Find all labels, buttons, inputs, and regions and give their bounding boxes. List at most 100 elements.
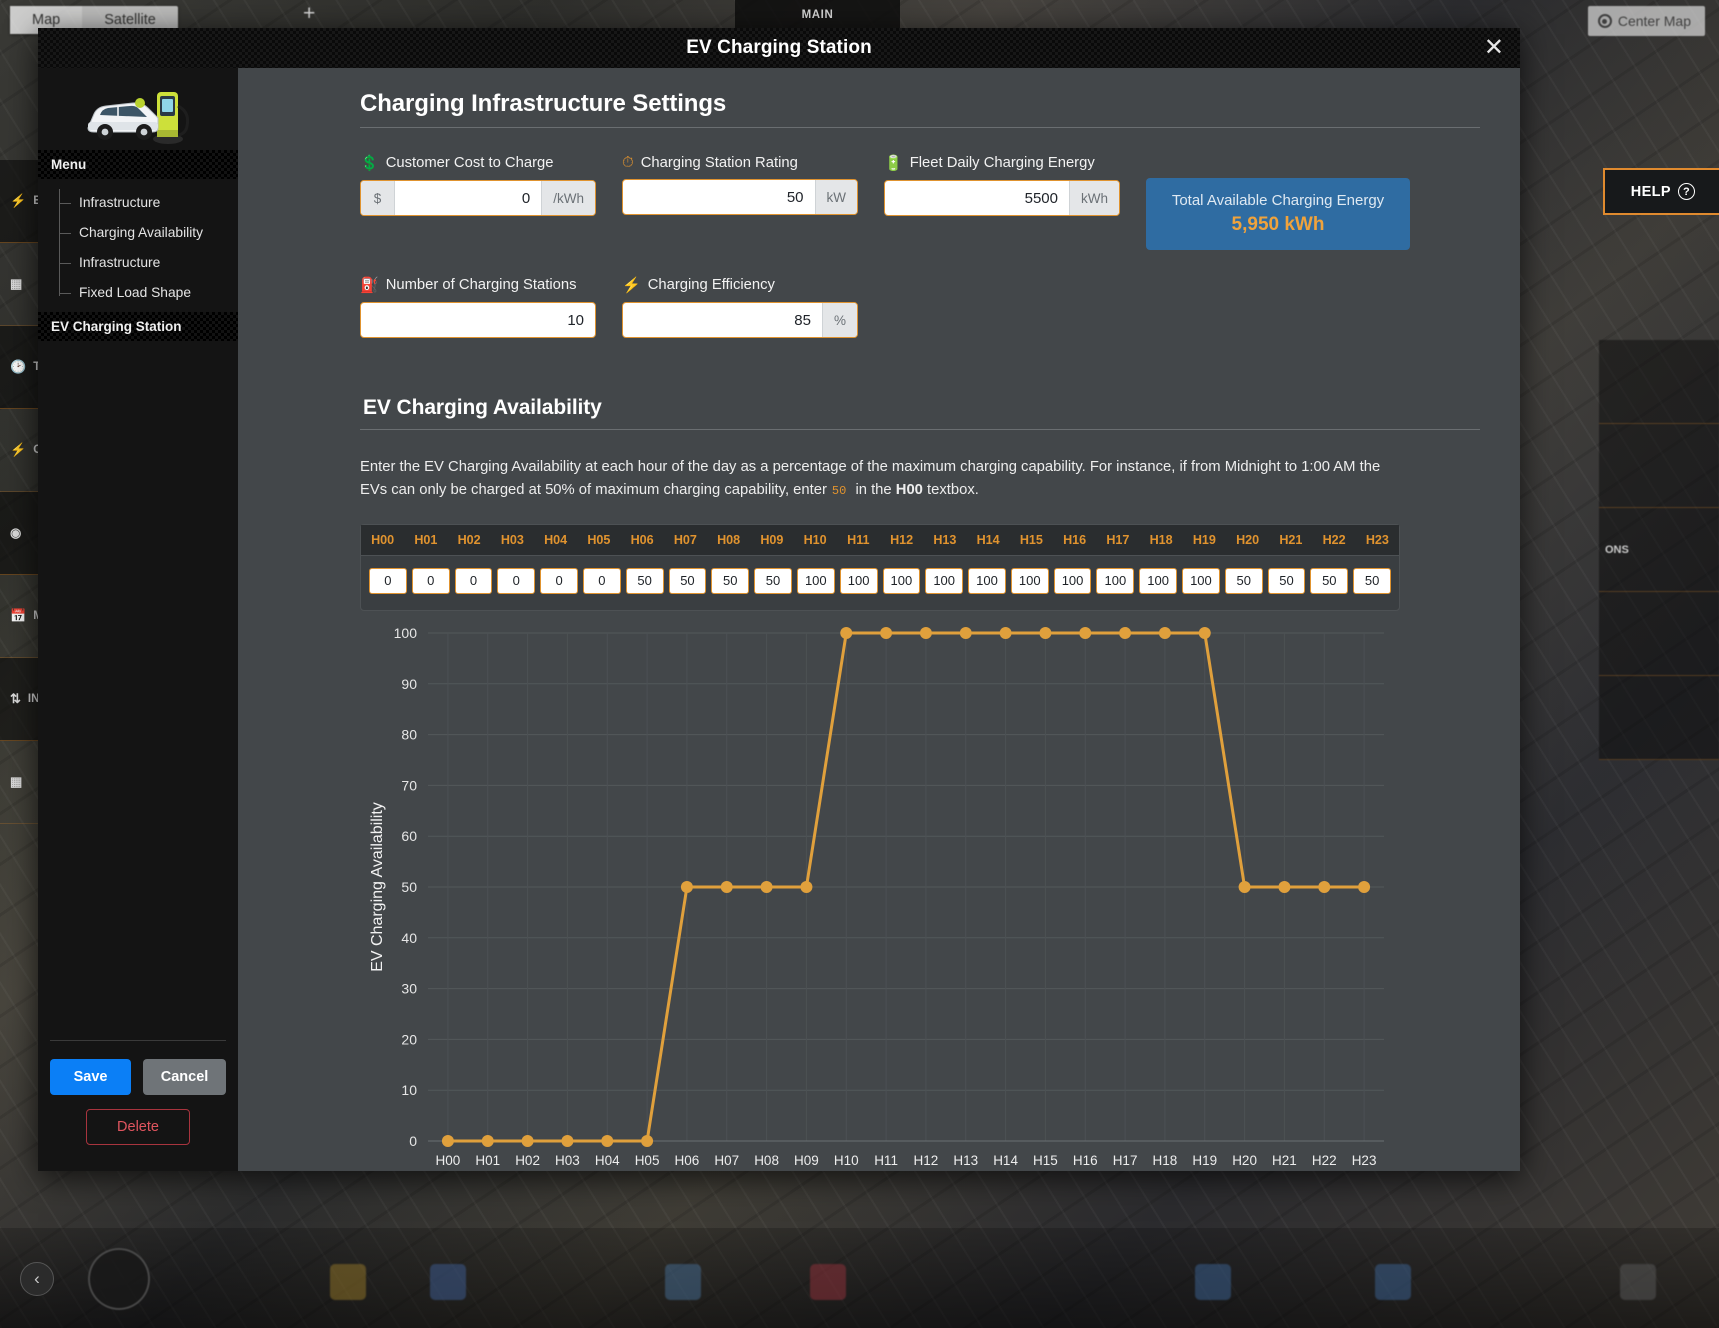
sidebar-item-charging-availability[interactable]: Charging Availability [38,218,238,248]
chart-data-point-H04[interactable] [601,1134,614,1147]
chart-data-point-H15[interactable] [1039,626,1052,639]
hour-header-H08: H08 [717,532,741,547]
chart-data-point-H16[interactable] [1079,626,1092,639]
hour-input-H16[interactable] [1053,567,1092,594]
hour-input-H19[interactable] [1182,567,1220,594]
bottom-chip[interactable] [1195,1264,1231,1300]
hour-input-H01[interactable] [411,567,450,594]
hour-input-H18[interactable] [1139,567,1178,594]
sidebar-item-infrastructure-1[interactable]: Infrastructure [38,188,238,218]
hour-input-H06[interactable] [625,567,664,594]
sidebar-section-ev-charging-station[interactable]: EV Charging Station [38,312,238,341]
chart-data-point-H09[interactable] [800,880,813,893]
settings-title: Charging Infrastructure Settings [360,90,1480,128]
hour-input-H00[interactable] [369,567,407,594]
right-panel-row[interactable] [1599,592,1719,676]
chart-data-point-H20[interactable] [1238,880,1251,893]
center-map-button[interactable]: Center Map [1587,6,1705,36]
right-panel-row[interactable] [1599,676,1719,760]
charging-efficiency-input[interactable] [623,303,822,337]
chart-xtick-label: H02 [515,1153,540,1168]
hour-header-H23: H23 [1365,532,1389,547]
chart-data-point-H06[interactable] [680,880,693,893]
hour-input-H05[interactable] [582,567,621,594]
layers-icon: ▦ [10,276,23,291]
chart-data-point-H17[interactable] [1119,626,1132,639]
bottom-chip[interactable] [430,1264,466,1300]
hour-header-H10: H10 [803,532,827,547]
hour-header-H15: H15 [1019,532,1043,547]
hour-input-H11[interactable] [839,567,878,594]
hour-input-H12[interactable] [882,567,921,594]
chart-data-point-H19[interactable] [1198,626,1211,639]
chart-data-point-H07[interactable] [720,880,733,893]
hour-input-row[interactable] [361,556,1399,596]
hour-input-H21[interactable] [1267,567,1306,594]
hour-input-H23[interactable] [1353,567,1391,594]
sidebar-tree: Infrastructure Charging Availability Inf… [38,179,238,312]
bolt-icon: ⚡ [622,277,641,294]
hour-input-H09[interactable] [754,567,792,594]
close-icon[interactable]: ✕ [1484,36,1504,60]
hour-input-H14[interactable] [968,567,1006,594]
chart-data-point-H14[interactable] [999,626,1012,639]
chart-data-point-H05[interactable] [641,1134,654,1147]
hour-input-H17[interactable] [1096,567,1135,594]
chart-ytick-label: 0 [409,1133,417,1149]
help-button[interactable]: HELP ? [1602,168,1719,215]
hour-input-H07[interactable] [668,567,707,594]
hour-input-H02[interactable] [454,567,493,594]
hour-input-H13[interactable] [925,567,964,594]
sidebar-item-fixed-load-shape[interactable]: Fixed Load Shape [38,278,238,308]
chart-ytick-label: 90 [401,676,417,692]
back-arrow-button[interactable]: ‹ [20,1262,54,1296]
chart-data-point-H12[interactable] [919,626,932,639]
save-button[interactable]: Save [50,1059,132,1095]
right-panel-row[interactable]: ONS [1599,508,1719,592]
cancel-button[interactable]: Cancel [143,1059,226,1095]
bolt-icon: ⚡ [10,442,27,457]
delete-button[interactable]: Delete [86,1109,190,1145]
bottom-chip[interactable] [810,1264,846,1300]
hour-input-H04[interactable] [540,567,578,594]
chart-data-point-H02[interactable] [521,1134,534,1147]
bottom-chip[interactable] [330,1264,366,1300]
chart-data-point-H23[interactable] [1358,880,1371,893]
chart-data-point-H11[interactable] [880,626,893,639]
hour-input-H10[interactable] [796,567,835,594]
chart-data-point-H21[interactable] [1278,880,1291,893]
bottom-circle[interactable] [88,1248,150,1310]
modal-content[interactable]: Charging Infrastructure Settings 💲 Custo… [238,68,1520,1171]
chart-data-point-H10[interactable] [840,626,853,639]
customer-cost-input[interactable] [395,181,542,215]
chart-data-point-H18[interactable] [1158,626,1171,639]
chart-data-point-H01[interactable] [481,1134,494,1147]
battery-icon: 🔋 [884,155,903,172]
bottom-chip[interactable] [1620,1264,1656,1300]
hour-input-H03[interactable] [497,567,536,594]
right-panel-row[interactable] [1599,340,1719,424]
chart-xtick-label: H22 [1312,1153,1337,1168]
chart-data-point-H00[interactable] [441,1134,454,1147]
ev-charging-station-modal: EV Charging Station ✕ Menu Infrastructur… [38,28,1520,1171]
number-of-stations-input[interactable] [361,303,595,337]
chart-data-point-H08[interactable] [760,880,773,893]
field-charging-station-rating: ⏱ Charging Station Rating kW [622,154,858,250]
field-label: ⛽ Number of Charging Stations [360,276,596,294]
map-zoom-in-icon[interactable]: + [303,2,315,26]
sidebar-item-infrastructure-2[interactable]: Infrastructure [38,248,238,278]
bottom-chip[interactable] [1375,1264,1411,1300]
hour-input-H08[interactable] [711,567,750,594]
right-panel-row[interactable] [1599,424,1719,508]
chart-data-point-H22[interactable] [1318,880,1331,893]
hour-input-H22[interactable] [1310,567,1349,594]
bottom-chip[interactable] [665,1264,701,1300]
hour-input-H20[interactable] [1224,567,1263,594]
fleet-daily-energy-input[interactable] [885,181,1069,215]
charging-station-rating-input[interactable] [623,180,815,214]
chart-data-point-H13[interactable] [959,626,972,639]
hour-input-H15[interactable] [1010,567,1049,594]
chart-xtick-label: H16 [1073,1153,1098,1168]
chart-data-point-H03[interactable] [561,1134,574,1147]
chart-xtick-label: H11 [874,1153,898,1168]
